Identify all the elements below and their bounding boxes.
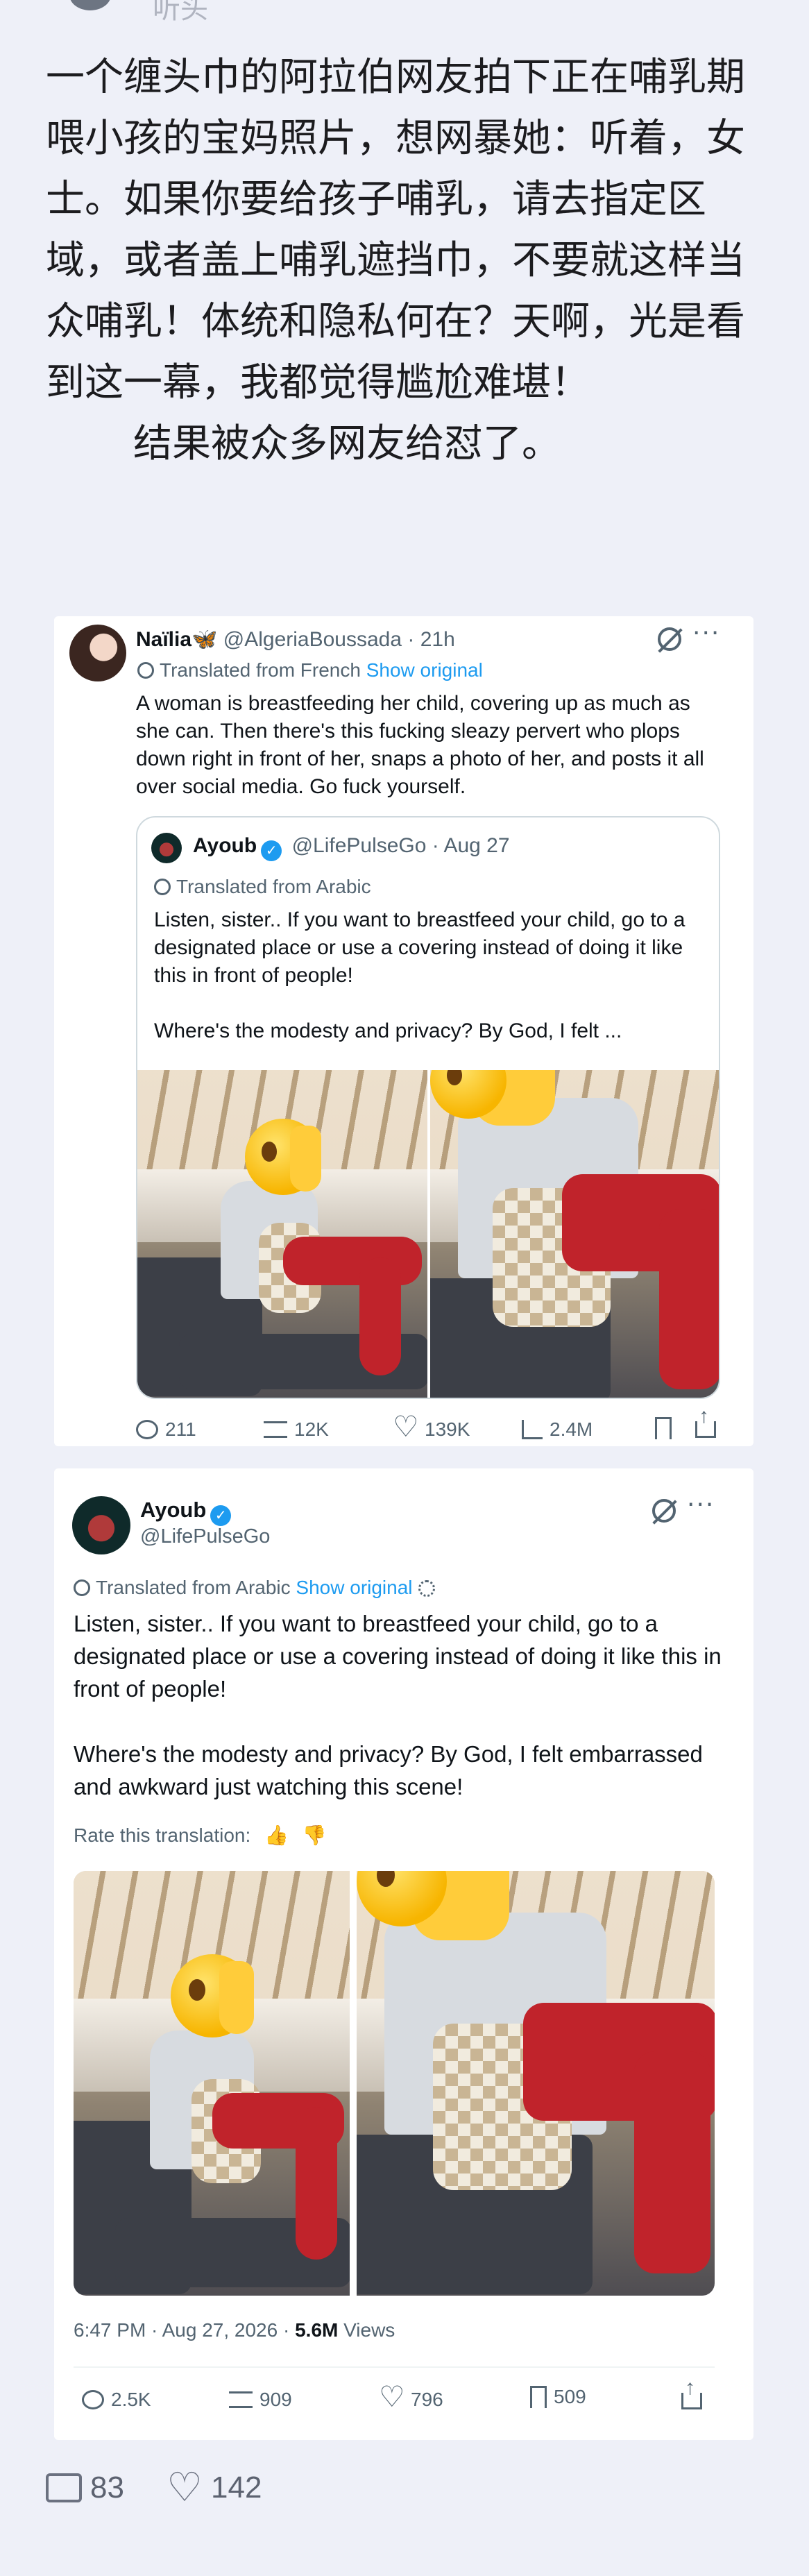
- repost-button[interactable]: 909: [229, 2389, 292, 2411]
- translation-notice: Translated from Arabic Show original: [74, 1577, 435, 1599]
- heart-icon: ♡: [167, 2465, 203, 2510]
- reply-button[interactable]: 2.5K: [82, 2389, 151, 2411]
- quoted-header: Ayoub ✓ @LifePulseGo · Aug 27: [193, 834, 510, 861]
- more-options-icon[interactable]: ···: [687, 1491, 715, 1519]
- bookmark-icon: [530, 2386, 547, 2408]
- tweet-text: A woman is breastfeeding her child, cove…: [136, 692, 710, 798]
- tweet-text: Listen, sister.. If you want to breastfe…: [74, 1611, 722, 1799]
- author-name-row: Ayoub ✓: [140, 1498, 235, 1526]
- like-button[interactable]: 796: [379, 2380, 443, 2414]
- reply-button[interactable]: 211: [136, 1418, 196, 1441]
- comment-button[interactable]: 83: [46, 2471, 124, 2505]
- tweet-photo[interactable]: [357, 1871, 715, 2296]
- avatar[interactable]: [72, 1496, 130, 1554]
- main-tweet-card[interactable]: Ayoub ✓ @LifePulseGo ··· Translated from …: [54, 1468, 753, 2440]
- like-button[interactable]: 139K: [393, 1409, 470, 1443]
- repost-icon: [264, 1421, 287, 1438]
- more-options-icon[interactable]: ···: [692, 619, 720, 647]
- repost-icon: [229, 2391, 253, 2408]
- translation-notice: Translated from Arabic: [154, 876, 371, 898]
- article-paragraph: 结果被众多网友给怼了。: [133, 421, 561, 466]
- tweet-time[interactable]: · 21h: [407, 628, 454, 651]
- top-stub-text: 听头: [153, 0, 208, 25]
- show-original-link[interactable]: Show original: [366, 659, 483, 681]
- quoted-tweet[interactable]: Ayoub ✓ @LifePulseGo · Aug 27 Translated …: [136, 816, 720, 1399]
- avatar[interactable]: [69, 0, 111, 10]
- repost-button[interactable]: 12K: [264, 1418, 329, 1441]
- share-button[interactable]: [695, 1405, 716, 1438]
- grok-icon[interactable]: [652, 1499, 676, 1523]
- thumbs-up-icon[interactable]: 👍: [264, 1824, 289, 1847]
- share-button[interactable]: [681, 2376, 702, 2409]
- author-name[interactable]: Naïlia🦋: [136, 628, 217, 651]
- tweet-photo[interactable]: [430, 1070, 719, 1398]
- article-paragraph: 一个缠头巾的阿拉伯网友拍下正在哺乳期喂小孩的宝妈照片，想网暴她：听着，女士。如果…: [46, 55, 745, 405]
- quote-tweet-card[interactable]: Naïlia🦋 @AlgeriaBoussada · 21h ··· Trans…: [54, 616, 753, 1446]
- heart-icon: [379, 2380, 405, 2414]
- quoted-text: Listen, sister.. If you want to breastfe…: [154, 908, 685, 1042]
- translate-icon: [137, 662, 154, 679]
- bookmark-icon: [655, 1417, 672, 1439]
- translation-notice: Translated from French Show original: [137, 659, 483, 681]
- rate-translation: Rate this translation: 👍 👎: [74, 1824, 327, 1847]
- share-icon: [681, 2376, 702, 2409]
- grok-icon[interactable]: [658, 627, 681, 651]
- divider: [74, 2366, 715, 2368]
- article-body: 一个缠头巾的阿拉伯网友拍下正在哺乳期喂小孩的宝妈照片，想网暴她：听着，女士。如果…: [46, 47, 767, 475]
- reply-icon: [82, 2390, 104, 2409]
- like-button[interactable]: ♡ 142: [167, 2465, 262, 2510]
- views-button[interactable]: 2.4M: [522, 1418, 593, 1441]
- tweet-header: Naïlia🦋 @AlgeriaBoussada · 21h: [136, 627, 455, 652]
- views-icon: [522, 1420, 543, 1439]
- settings-icon[interactable]: [418, 1580, 435, 1597]
- tweet-photo[interactable]: [74, 1871, 350, 2296]
- verified-icon: ✓: [210, 1505, 232, 1526]
- heart-icon: [393, 1409, 419, 1443]
- reply-icon: [136, 1420, 158, 1439]
- bookmark-button[interactable]: 509: [530, 2386, 586, 2408]
- views-count: 5.6M: [295, 2319, 339, 2341]
- tweet-photo[interactable]: [137, 1070, 427, 1398]
- thumbs-down-icon[interactable]: 👎: [303, 1824, 327, 1847]
- translate-icon: [74, 1579, 90, 1596]
- verified-icon: ✓: [261, 840, 282, 861]
- author-name[interactable]: Ayoub: [140, 1498, 206, 1522]
- share-icon: [695, 1405, 716, 1438]
- avatar[interactable]: [69, 625, 126, 681]
- author-handle[interactable]: @LifePulseGo: [140, 1525, 270, 1548]
- author-handle[interactable]: @AlgeriaBoussada: [223, 628, 402, 651]
- avatar: [151, 833, 182, 863]
- bookmark-button[interactable]: [655, 1417, 672, 1439]
- translate-icon: [154, 879, 171, 895]
- tweet-timestamp[interactable]: 6:47 PM · Aug 27, 2026 · 5.6M Views: [74, 2319, 395, 2341]
- show-original-link[interactable]: Show original: [296, 1577, 412, 1598]
- comment-icon: [46, 2473, 82, 2502]
